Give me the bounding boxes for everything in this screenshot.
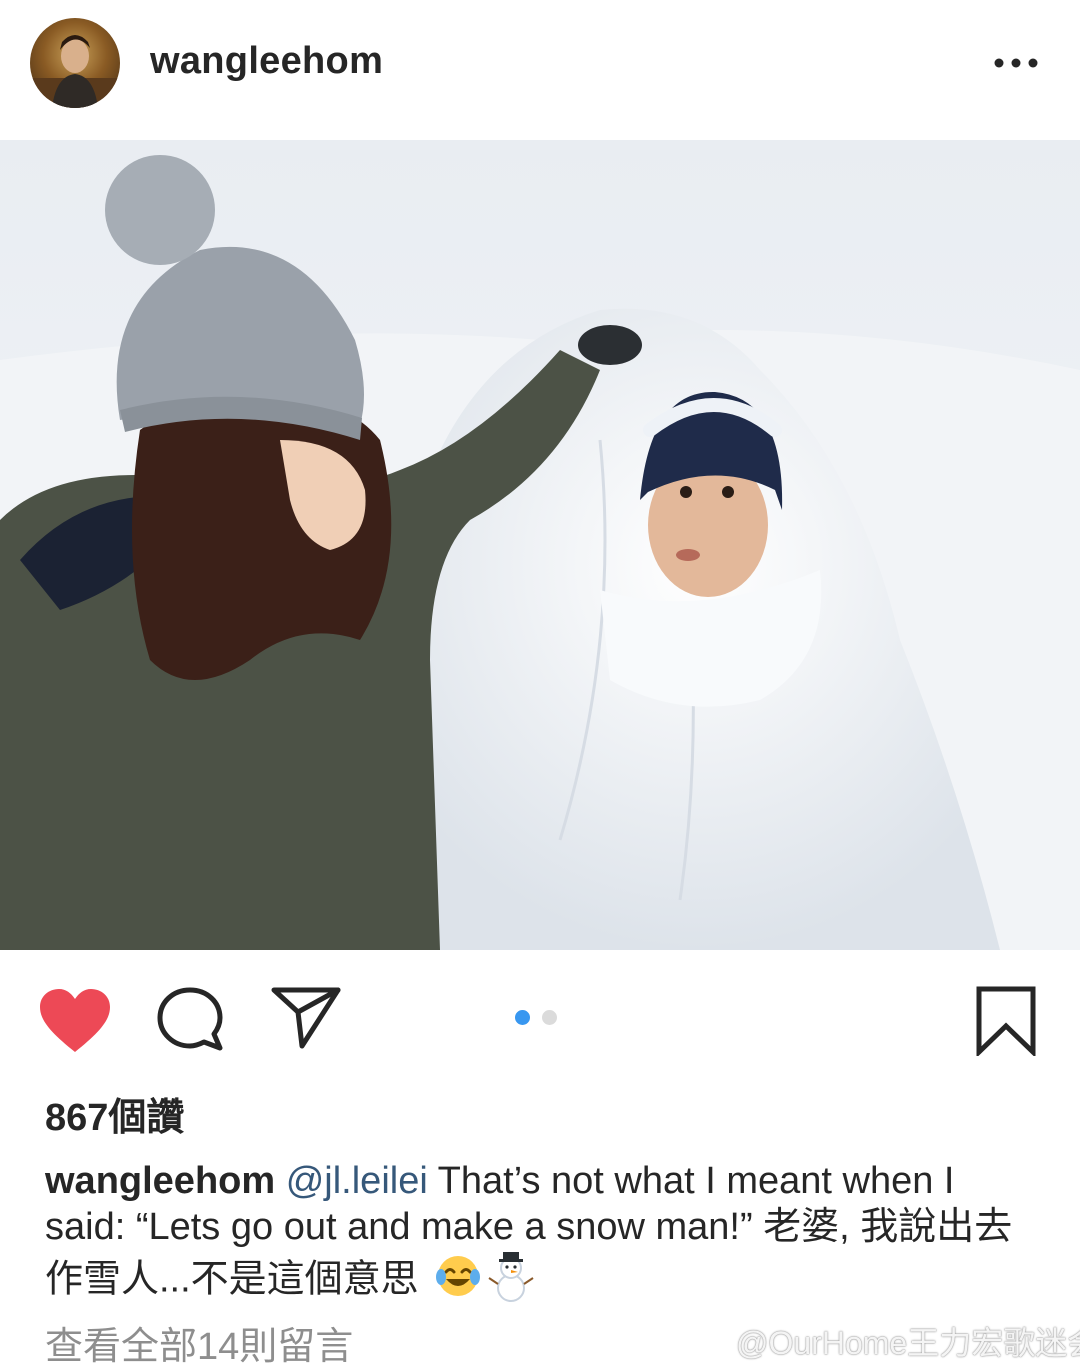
snow-photo [0, 140, 1080, 950]
snowman-emoji [487, 1250, 535, 1313]
post-header: wangleehom [0, 0, 1080, 138]
comment-icon[interactable] [156, 986, 226, 1057]
watermark-text: @OurHome王力宏歌迷会 [736, 1325, 1080, 1361]
carousel-indicator [515, 1010, 569, 1028]
view-all-comments-link[interactable]: 查看全部14則留言 [45, 1315, 353, 1370]
weibo-logo-icon [690, 1325, 730, 1367]
likes-count[interactable]: 867個讚 [45, 1086, 184, 1141]
avatar-portrait [30, 35, 120, 108]
laughing-tears-emoji [435, 1253, 481, 1310]
carousel-dot-active [515, 1010, 530, 1025]
heart-filled-icon[interactable] [38, 988, 112, 1059]
more-horizontal-icon[interactable] [990, 48, 1040, 78]
bookmark-icon[interactable] [974, 986, 1038, 1061]
send-icon[interactable] [270, 986, 342, 1055]
caption: wangleehom @jl.leilei That’s not what I … [45, 1158, 1045, 1313]
post-photo[interactable] [0, 140, 1080, 950]
avatar[interactable] [30, 18, 120, 108]
carousel-dot [542, 1010, 557, 1025]
caption-mention[interactable]: @jl.leilei [286, 1160, 428, 1202]
header-username[interactable]: wangleehom [150, 40, 383, 83]
weibo-watermark: @OurHome王力宏歌迷会 [690, 1318, 1080, 1367]
caption-username[interactable]: wangleehom [45, 1160, 275, 1202]
